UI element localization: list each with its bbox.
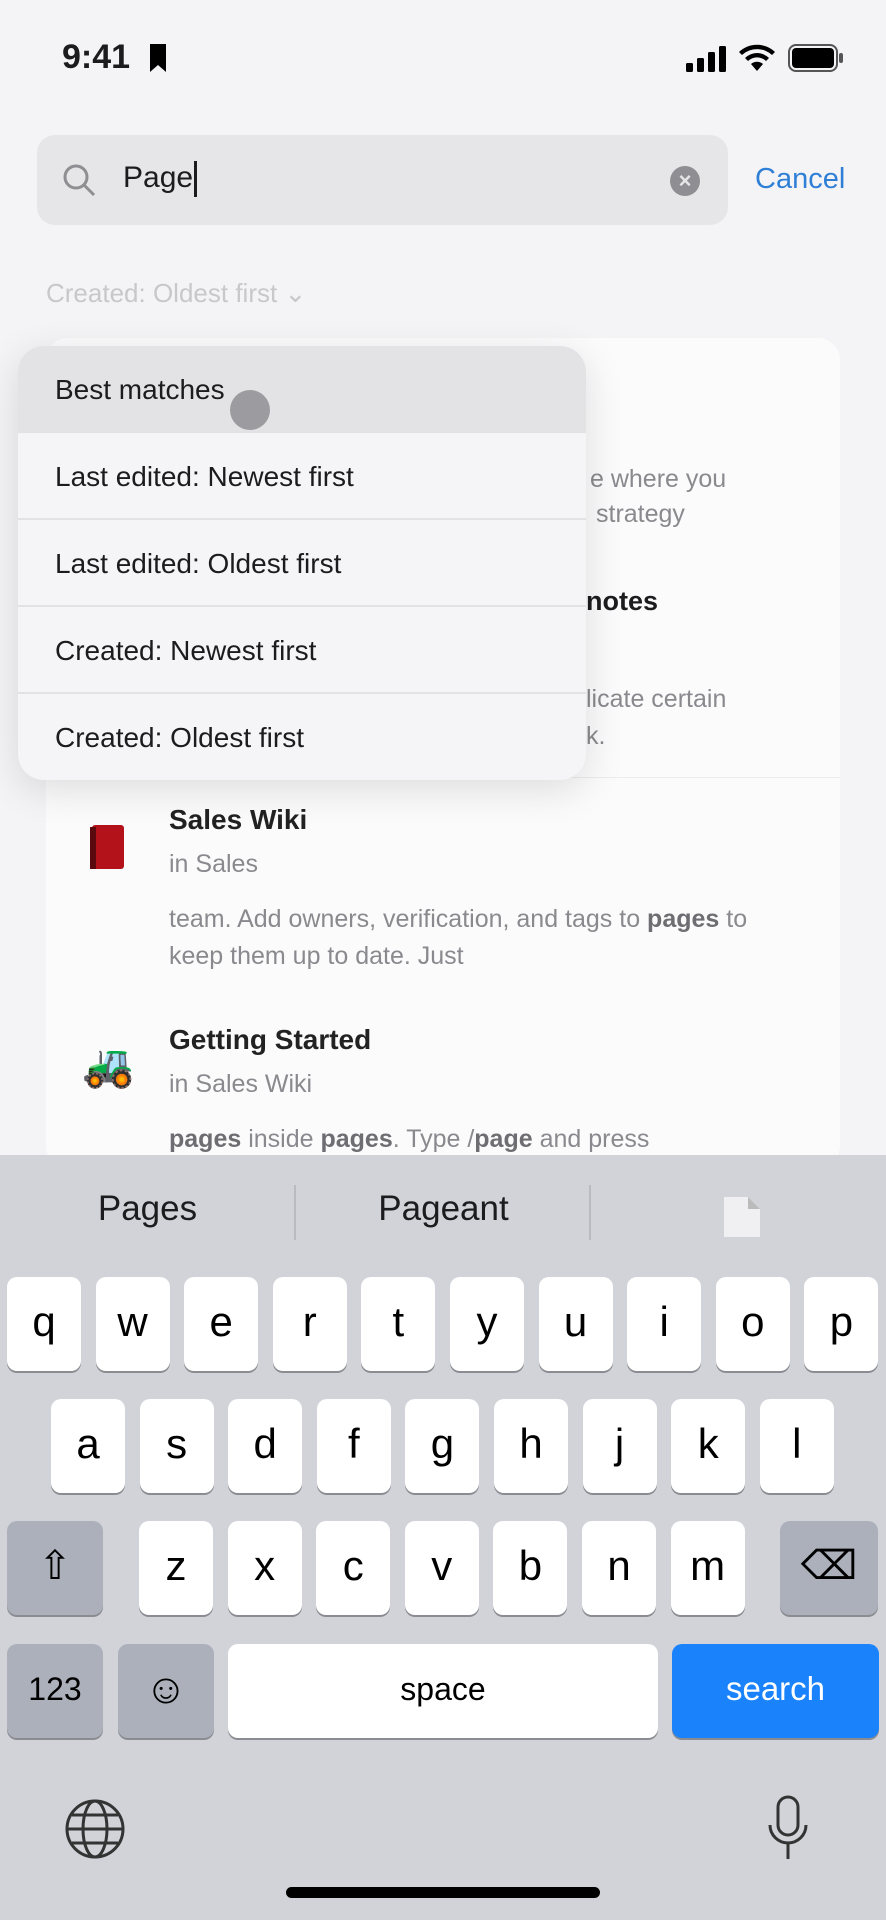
key-e[interactable]: e <box>184 1277 259 1371</box>
document-emoji-icon[interactable] <box>722 1195 762 1239</box>
search-icon <box>63 164 96 197</box>
key-g[interactable]: g <box>405 1399 480 1493</box>
key-f[interactable]: f <box>316 1399 391 1493</box>
emoji-icon[interactable]: ☺ <box>118 1644 214 1738</box>
shift-key[interactable]: ⇧ <box>7 1521 103 1615</box>
key-c[interactable]: c <box>316 1521 391 1615</box>
divider <box>589 1185 591 1240</box>
result-snippet: pages inside pages. Type /page and press <box>169 1121 789 1158</box>
key-u[interactable]: u <box>538 1277 613 1371</box>
globe-icon[interactable] <box>64 1798 126 1860</box>
key-z[interactable]: z <box>139 1521 213 1615</box>
battery-icon <box>788 44 843 72</box>
result-title: Sales Wiki <box>169 804 308 835</box>
key-v[interactable]: v <box>404 1521 479 1615</box>
result-snippet: team. Add owners, verification, and tags… <box>169 901 789 975</box>
snippet-text: and press <box>532 1125 650 1153</box>
key-q[interactable]: q <box>7 1277 81 1371</box>
key-h[interactable]: h <box>494 1399 568 1493</box>
key-r[interactable]: r <box>272 1277 347 1371</box>
search-input[interactable]: Page <box>123 161 193 194</box>
keyboard: Pages Pageant qwertyuiop asdfghjkl zxcvbnm… <box>0 1155 886 1920</box>
result-fragment: strategy <box>596 500 685 528</box>
key-s[interactable]: s <box>139 1399 214 1493</box>
tractor-emoji: 🚜 <box>82 1042 135 1089</box>
result-fragment: licate certain <box>586 685 727 713</box>
wifi-icon <box>739 44 775 71</box>
key-i[interactable]: i <box>627 1277 702 1371</box>
result-fragment: k. <box>586 722 606 750</box>
bookmark-icon <box>150 44 166 72</box>
backspace-key[interactable]: ⌫ <box>780 1521 878 1615</box>
menu-item-best-matches[interactable]: Best matches <box>18 346 586 433</box>
highlight-term: pages <box>647 905 720 933</box>
space-key[interactable]: space <box>228 1644 658 1738</box>
suggestion-pages[interactable]: Pages <box>0 1189 295 1229</box>
highlight-term: pages <box>169 1125 242 1153</box>
menu-item-created-newest[interactable]: Created: Newest first <box>18 607 586 694</box>
menu-item-last-edited-newest[interactable]: Last edited: Newest first <box>18 433 586 520</box>
touch-indicator <box>230 390 270 430</box>
key-m[interactable]: m <box>670 1521 745 1615</box>
result-location: in Sales <box>169 850 258 878</box>
home-indicator[interactable] <box>286 1887 600 1898</box>
highlight-term: pages <box>320 1125 393 1153</box>
sort-dropdown[interactable]: Created: Oldest first ⌄ <box>46 278 306 309</box>
numbers-key[interactable]: 123 <box>7 1644 103 1738</box>
sort-menu: Best matches Last edited: Newest first L… <box>18 346 586 780</box>
microphone-icon[interactable] <box>766 1795 810 1863</box>
snippet-text: team. Add owners, verification, and tags… <box>169 905 648 933</box>
suggestion-pageant[interactable]: Pageant <box>296 1189 591 1229</box>
snippet-text: inside <box>241 1125 321 1153</box>
key-d[interactable]: d <box>228 1399 303 1493</box>
cancel-button[interactable]: Cancel <box>755 163 845 196</box>
red-book-emoji <box>90 825 124 869</box>
sort-label: Created: Oldest first <box>46 278 278 308</box>
key-o[interactable]: o <box>715 1277 790 1371</box>
search-key[interactable]: search <box>672 1644 879 1738</box>
key-y[interactable]: y <box>450 1277 524 1371</box>
key-l[interactable]: l <box>759 1399 834 1493</box>
clear-icon[interactable]: × <box>670 166 700 196</box>
key-n[interactable]: n <box>582 1521 656 1615</box>
search-field[interactable]: Page × <box>37 135 728 225</box>
key-w[interactable]: w <box>95 1277 170 1371</box>
result-item[interactable]: 🚜 Getting Started in Sales Wiki pages in… <box>46 1000 840 1160</box>
result-location: in Sales Wiki <box>169 1070 313 1098</box>
menu-item-created-oldest[interactable]: Created: Oldest first <box>18 694 586 780</box>
key-a[interactable]: a <box>51 1399 125 1493</box>
chevron-down-icon: ⌄ <box>284 278 307 308</box>
result-title: Getting Started <box>169 1024 372 1055</box>
status-time: 9:41 <box>62 38 131 76</box>
key-b[interactable]: b <box>493 1521 568 1615</box>
cellular-signal-icon <box>686 46 726 72</box>
result-fragment: notes <box>586 586 659 616</box>
text-caret <box>194 161 198 198</box>
result-fragment: e where you <box>590 465 727 493</box>
key-t[interactable]: t <box>361 1277 436 1371</box>
key-j[interactable]: j <box>582 1399 657 1493</box>
menu-item-last-edited-oldest[interactable]: Last edited: Oldest first <box>18 520 586 607</box>
key-k[interactable]: k <box>671 1399 746 1493</box>
key-p[interactable]: p <box>804 1277 879 1371</box>
snippet-text: . Type / <box>392 1125 475 1153</box>
key-x[interactable]: x <box>227 1521 302 1615</box>
result-item[interactable]: Sales Wiki in Sales team. Add owners, ve… <box>46 780 840 980</box>
highlight-term: page <box>474 1125 533 1153</box>
suggestion-bar: Pages Pageant <box>0 1155 886 1270</box>
